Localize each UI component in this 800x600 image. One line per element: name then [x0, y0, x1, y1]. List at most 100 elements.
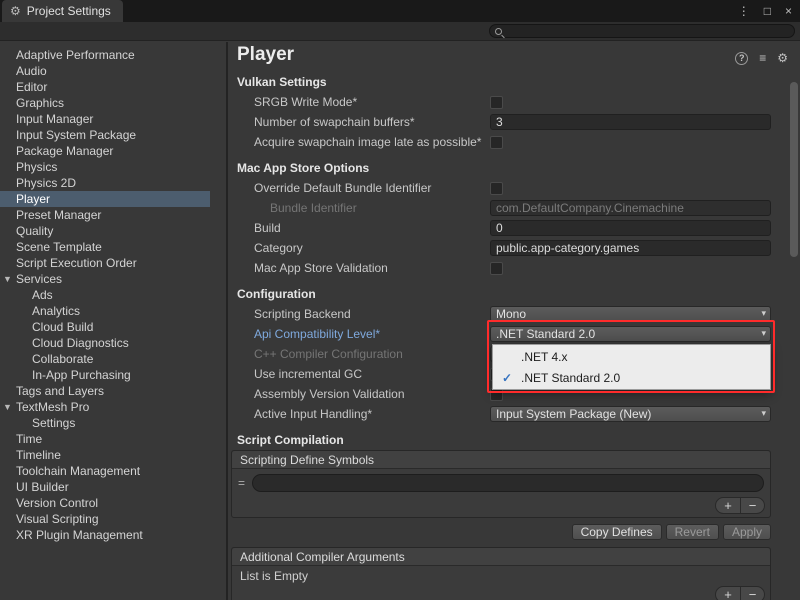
sidebar-item-package-manager[interactable]: Package Manager [0, 143, 210, 159]
srgb-write-mode-checkbox[interactable] [490, 96, 503, 109]
sidebar-item-xr-plugin-management[interactable]: XR Plugin Management [0, 527, 210, 543]
sidebar-item-label: Analytics [32, 304, 80, 318]
chevron-down-icon: ▾ [761, 408, 766, 419]
setting-row-category: Categorypublic.app-category.games [228, 238, 800, 258]
revert-button[interactable]: Revert [666, 524, 719, 540]
sidebar-item-label: Package Manager [16, 144, 113, 158]
presets-icon[interactable]: ≡ [759, 51, 766, 65]
number-of-swapchain-buffers-field[interactable]: 3 [490, 114, 771, 130]
sidebar-item-collaborate[interactable]: Collaborate [0, 351, 210, 367]
sidebar-item-tags-and-layers[interactable]: Tags and Layers [0, 383, 210, 399]
content: Adaptive PerformanceAudioEditorGraphicsI… [0, 42, 800, 600]
sidebar-item-input-manager[interactable]: Input Manager [0, 111, 210, 127]
sidebar-item-input-system-package[interactable]: Input System Package [0, 127, 210, 143]
sidebar-item-label: UI Builder [16, 480, 69, 494]
sidebar-item-ui-builder[interactable]: UI Builder [0, 479, 210, 495]
remove-argument-button[interactable]: − [740, 587, 764, 600]
sidebar-item-ads[interactable]: Ads [0, 287, 210, 303]
setting-row-mac-app-store-validation: Mac App Store Validation [228, 258, 800, 278]
drag-handle-icon[interactable]: = [238, 476, 252, 490]
sidebar-item-scene-template[interactable]: Scene Template [0, 239, 210, 255]
sidebar-item-settings[interactable]: Settings [0, 415, 210, 431]
remove-define-button[interactable]: − [740, 498, 764, 513]
sidebar-item-cloud-diagnostics[interactable]: Cloud Diagnostics [0, 335, 210, 351]
gear-icon: ⚙ [10, 4, 21, 18]
additional-compiler-arguments-box: Additional Compiler Arguments List is Em… [231, 547, 771, 600]
setting-label: Bundle Identifier [237, 201, 490, 215]
api-compatibility-level-dropdown[interactable]: .NET Standard 2.0▾ [490, 326, 771, 342]
sidebar-item-textmesh-pro[interactable]: ▼TextMesh Pro [0, 399, 210, 415]
kebab-menu-icon[interactable]: ⋮ [738, 4, 750, 18]
sidebar-item-analytics[interactable]: Analytics [0, 303, 210, 319]
sidebar-item-toolchain-management[interactable]: Toolchain Management [0, 463, 210, 479]
setting-row-override-default-bundle-identifier: Override Default Bundle Identifier [228, 178, 800, 198]
scripting-backend-dropdown[interactable]: Mono▾ [490, 306, 771, 322]
apply-button[interactable]: Apply [723, 524, 771, 540]
section-header: Vulkan Settings [237, 75, 327, 89]
setting-row-build: Build0 [228, 218, 800, 238]
sidebar-item-physics-2d[interactable]: Physics 2D [0, 175, 210, 191]
setting-row-acquire-swapchain-image-late-as-possible: Acquire swapchain image late as possible… [228, 132, 800, 152]
category-field[interactable]: public.app-category.games [490, 240, 771, 256]
define-symbols-title: Scripting Define Symbols [232, 451, 770, 469]
sidebar-item-time[interactable]: Time [0, 431, 210, 447]
sidebar-item-visual-scripting[interactable]: Visual Scripting [0, 511, 210, 527]
section-mac-app-store-options: Mac App Store Options [228, 158, 800, 178]
setting-label: Override Default Bundle Identifier [237, 181, 490, 195]
setting-label: Acquire swapchain image late as possible… [237, 135, 490, 149]
sidebar-item-in-app-purchasing[interactable]: In-App Purchasing [0, 367, 210, 383]
maximize-icon[interactable]: □ [764, 4, 771, 18]
setting-row-bundle-identifier: Bundle Identifiercom.DefaultCompany.Cine… [228, 198, 800, 218]
sidebar-item-player[interactable]: Player [0, 191, 210, 207]
setting-label: Active Input Handling* [237, 407, 490, 421]
add-define-button[interactable]: + [716, 498, 740, 513]
acquire-swapchain-image-late-as-possible-checkbox[interactable] [490, 136, 503, 149]
sidebar-item-cloud-build[interactable]: Cloud Build [0, 319, 210, 335]
sidebar-item-label: Adaptive Performance [16, 48, 135, 62]
popup-option-net-4-x[interactable]: .NET 4.x [493, 346, 770, 367]
sidebar-item-adaptive-performance[interactable]: Adaptive Performance [0, 47, 210, 63]
api-compatibility-dropdown-popup: .NET 4.x✓.NET Standard 2.0 [492, 344, 771, 390]
build-field[interactable]: 0 [490, 220, 771, 236]
tab-project-settings[interactable]: ⚙ Project Settings [2, 0, 123, 22]
settings-panel: Player ? ≡ ⚙ Vulkan Settings SRGB Write M… [228, 42, 800, 600]
sidebar-item-quality[interactable]: Quality [0, 223, 210, 239]
add-argument-button[interactable]: + [716, 587, 740, 600]
sidebar-item-label: Scene Template [16, 240, 102, 254]
scrollbar-thumb[interactable] [790, 82, 798, 257]
gear-icon[interactable]: ⚙ [777, 51, 788, 65]
list-add-remove: + − [715, 497, 765, 514]
chevron-down-icon: ▾ [761, 328, 766, 339]
close-icon[interactable]: × [785, 4, 792, 18]
sidebar-item-timeline[interactable]: Timeline [0, 447, 210, 463]
sidebar-item-label: Version Control [16, 496, 98, 510]
foldout-icon[interactable]: ▼ [3, 271, 12, 287]
mac-app-store-validation-checkbox[interactable] [490, 262, 503, 275]
sidebar-item-physics[interactable]: Physics [0, 159, 210, 175]
help-icon[interactable]: ? [735, 52, 748, 65]
dropdown-value: Mono [496, 307, 526, 321]
popup-option-net-standard-2-0[interactable]: ✓.NET Standard 2.0 [493, 367, 770, 388]
sidebar-item-editor[interactable]: Editor [0, 79, 210, 95]
sidebar-item-label: Input Manager [16, 112, 93, 126]
copy-defines-button[interactable]: Copy Defines [572, 524, 662, 540]
list-empty-text: List is Empty [232, 566, 770, 586]
sidebar-item-preset-manager[interactable]: Preset Manager [0, 207, 210, 223]
sidebar-item-label: Editor [16, 80, 47, 94]
override-default-bundle-identifier-checkbox[interactable] [490, 182, 503, 195]
sidebar-item-graphics[interactable]: Graphics [0, 95, 210, 111]
page-title: Player [237, 44, 294, 66]
setting-label: Mac App Store Validation [237, 261, 490, 275]
sidebar-item-script-execution-order[interactable]: Script Execution Order [0, 255, 210, 271]
sidebar-item-audio[interactable]: Audio [0, 63, 210, 79]
foldout-icon[interactable]: ▼ [3, 399, 12, 415]
compiler-arguments-title: Additional Compiler Arguments [232, 548, 770, 566]
setting-label: SRGB Write Mode* [237, 95, 490, 109]
setting-row-srgb-write-mode: SRGB Write Mode* [228, 92, 800, 112]
define-symbol-input[interactable] [252, 474, 764, 492]
sidebar-item-label: Preset Manager [16, 208, 101, 222]
active-input-handling-dropdown[interactable]: Input System Package (New)▾ [490, 406, 771, 422]
sidebar-item-version-control[interactable]: Version Control [0, 495, 210, 511]
sidebar-item-services[interactable]: ▼Services [0, 271, 210, 287]
search-input[interactable] [489, 24, 795, 38]
